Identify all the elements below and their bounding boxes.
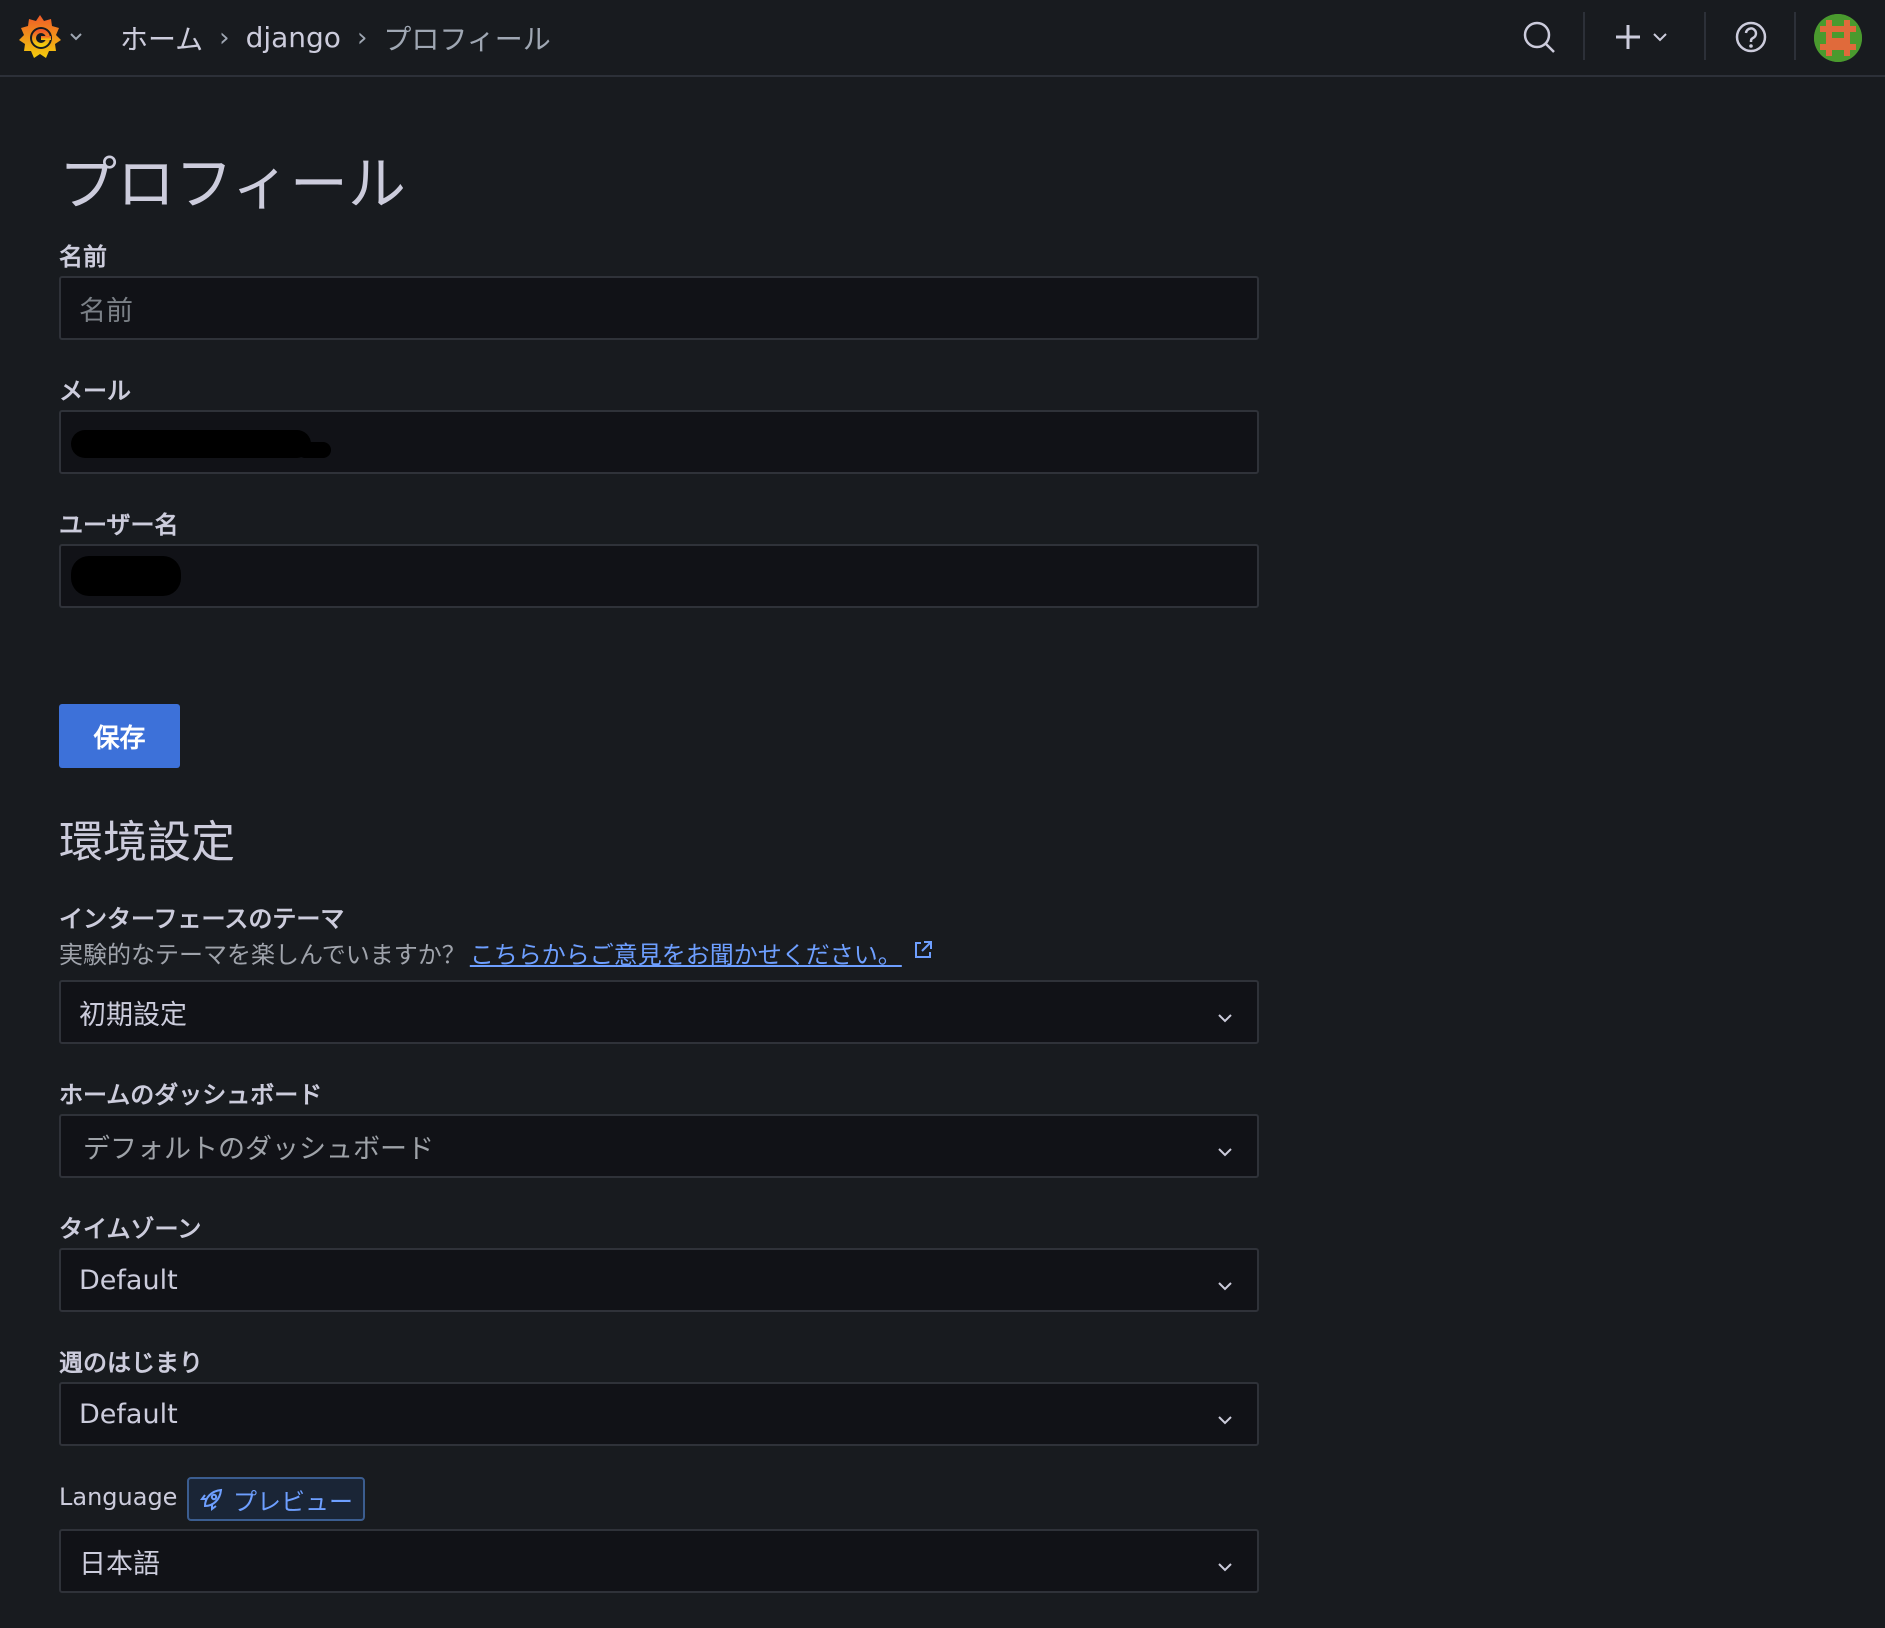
week-start-select-value: Default [79, 1398, 178, 1430]
home-dashboard-label: ホームのダッシュボード [59, 1081, 323, 1109]
theme-feedback-link[interactable]: こちらからご意見をお聞かせください。 [470, 935, 902, 970]
week-start-select[interactable]: Default [59, 1382, 1259, 1446]
chevron-down-icon [1215, 1004, 1235, 1035]
plus-icon [1616, 25, 1640, 49]
new-menu-button[interactable] [1614, 14, 1674, 60]
breadcrumb-user[interactable]: django [246, 21, 341, 54]
redacted-email [297, 442, 331, 458]
breadcrumb-home[interactable]: ホーム [120, 18, 203, 58]
email-input[interactable] [59, 410, 1259, 474]
home-menu-toggle[interactable] [16, 12, 84, 60]
save-button[interactable]: 保存 [59, 704, 180, 768]
name-placeholder: 名前 [79, 295, 133, 327]
rocket-icon [200, 1488, 223, 1511]
avatar[interactable] [1814, 14, 1862, 62]
email-label: メール [59, 377, 131, 405]
breadcrumb: ホーム › django › プロフィール [120, 0, 551, 75]
redacted-username [71, 556, 181, 596]
divider [1583, 12, 1585, 60]
page-title: プロフィール [59, 150, 406, 218]
breadcrumb-separator-icon: › [219, 22, 230, 53]
chevron-down-icon [68, 28, 84, 44]
chevron-down-icon [1215, 1272, 1235, 1303]
theme-desc-text: 実験的なテーマを楽しんでいますか？ [59, 941, 466, 969]
breadcrumb-current: プロフィール [383, 22, 551, 56]
redacted-email [71, 430, 311, 458]
chevron-down-icon [1215, 1138, 1235, 1169]
username-input[interactable] [59, 544, 1259, 608]
external-link-icon[interactable] [912, 939, 934, 967]
preview-badge: プレビュー [187, 1477, 365, 1521]
theme-label: インターフェースのテーマ [59, 905, 345, 933]
divider [1794, 12, 1796, 60]
home-dashboard-select-value: デフォルトのダッシュボード [83, 1133, 434, 1165]
chevron-down-icon [1215, 1553, 1235, 1584]
divider [1704, 12, 1706, 60]
username-label: ユーザー名 [59, 511, 179, 539]
language-select[interactable]: 日本語 [59, 1529, 1259, 1593]
week-start-label: 週のはじまり [59, 1349, 203, 1377]
home-dashboard-select[interactable]: デフォルトのダッシュボード [59, 1114, 1259, 1178]
timezone-select[interactable]: Default [59, 1248, 1259, 1312]
grafana-logo-icon [16, 12, 64, 60]
timezone-label: タイムゾーン [59, 1215, 202, 1243]
theme-select-value: 初期設定 [79, 999, 187, 1031]
top-navbar: ホーム › django › プロフィール [0, 0, 1885, 77]
theme-description: 実験的なテーマを楽しんでいますか？ こちらからご意見をお聞かせください。 [59, 935, 934, 970]
timezone-select-value: Default [79, 1264, 178, 1296]
name-input[interactable]: 名前 [59, 276, 1259, 340]
breadcrumb-separator-icon: › [356, 22, 368, 53]
language-select-value: 日本語 [79, 1548, 160, 1580]
language-label: Language [59, 1483, 178, 1511]
theme-select[interactable]: 初期設定 [59, 980, 1259, 1044]
help-icon[interactable] [1733, 14, 1769, 60]
name-label: 名前 [59, 243, 107, 271]
chevron-down-icon [1215, 1406, 1235, 1437]
preview-badge-label: プレビュー [233, 1487, 353, 1516]
search-icon[interactable] [1522, 14, 1556, 60]
preferences-title: 環境設定 [59, 817, 235, 868]
